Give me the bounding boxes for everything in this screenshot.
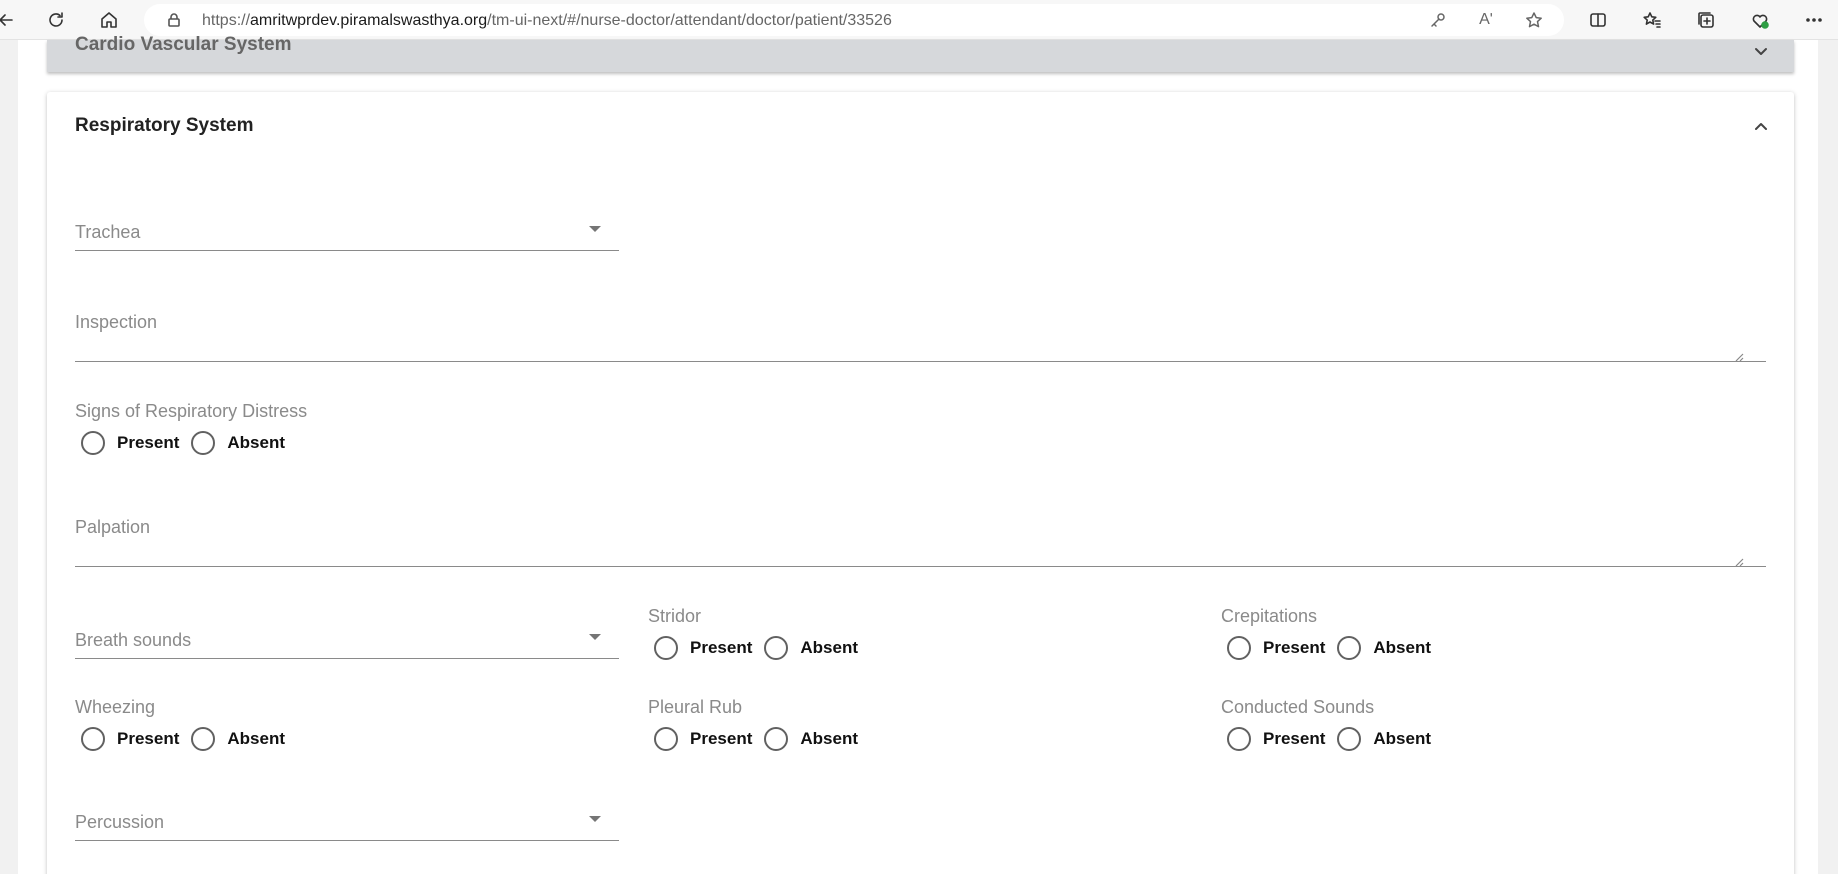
resize-handle-icon[interactable] — [1734, 349, 1744, 362]
wheezing-absent-radio[interactable] — [191, 727, 216, 751]
present-label[interactable]: Present — [690, 638, 752, 658]
stridor-label: Stridor — [648, 606, 702, 626]
favorites-icon[interactable] — [1638, 6, 1666, 34]
back-arrow-icon[interactable] — [0, 6, 20, 34]
pleural-rub-group: Pleural Rub Present Absent — [648, 697, 864, 751]
panel-title: Respiratory System — [75, 115, 254, 136]
palpation-label: Palpation — [75, 517, 151, 537]
pleural-rub-label: Pleural Rub — [648, 697, 743, 717]
absent-label[interactable]: Absent — [227, 729, 285, 749]
page-content: Cardio Vascular System Respiratory Syste… — [18, 34, 1818, 874]
home-icon[interactable] — [95, 6, 123, 34]
key-icon[interactable] — [1426, 9, 1450, 31]
respiratory-distress-label: Signs of Respiratory Distress — [75, 401, 308, 421]
dropdown-arrow-icon — [589, 226, 601, 232]
wheezing-label: Wheezing — [75, 697, 156, 717]
stridor-group: Stridor Present Absent — [648, 606, 864, 660]
present-label[interactable]: Present — [1263, 729, 1325, 749]
percussion-label: Percussion — [75, 812, 165, 832]
absent-label[interactable]: Absent — [227, 433, 285, 453]
present-label[interactable]: Present — [690, 729, 752, 749]
palpation-textarea[interactable]: Palpation — [75, 517, 1766, 567]
respiratory-distress-group: Signs of Respiratory Distress Present Ab… — [75, 401, 307, 455]
cardio-vascular-panel-header[interactable]: Cardio Vascular System — [47, 34, 1794, 72]
crepitations-present-radio[interactable] — [1227, 636, 1251, 660]
absent-label[interactable]: Absent — [1373, 638, 1431, 658]
chevron-up-icon[interactable] — [1752, 118, 1770, 141]
more-options-icon[interactable] — [1800, 6, 1828, 34]
cardio-vascular-title: Cardio Vascular System — [75, 34, 292, 55]
trachea-select[interactable]: Trachea — [75, 213, 619, 251]
crepitations-group: Crepitations Present Absent — [1221, 606, 1437, 660]
trachea-label: Trachea — [75, 222, 141, 242]
read-aloud-icon[interactable]: Aʹ — [1474, 9, 1498, 31]
respiratory-system-panel: Respiratory System Trachea Inspection Si… — [47, 92, 1794, 874]
pleural-rub-absent-radio[interactable] — [764, 727, 789, 751]
url-text[interactable]: https://amritwprdev.piramalswasthya.org/… — [202, 12, 892, 30]
address-bar[interactable]: https://amritwprdev.piramalswasthya.org/… — [144, 4, 1564, 36]
wheezing-present-radio[interactable] — [81, 727, 105, 751]
conducted-sounds-label: Conducted Sounds — [1221, 697, 1375, 717]
favorite-star-icon[interactable] — [1522, 9, 1546, 31]
conducted-sounds-absent-radio[interactable] — [1337, 727, 1362, 751]
breath-sounds-select[interactable]: Breath sounds — [75, 621, 619, 659]
pleural-rub-present-radio[interactable] — [654, 727, 678, 751]
inspection-label: Inspection — [75, 312, 158, 332]
respiratory-distress-present-radio[interactable] — [81, 431, 105, 455]
present-label[interactable]: Present — [117, 433, 179, 453]
breath-sounds-label: Breath sounds — [75, 630, 192, 650]
refresh-icon[interactable] — [42, 6, 70, 34]
inspection-textarea[interactable]: Inspection — [75, 312, 1766, 362]
absent-label[interactable]: Absent — [1373, 729, 1431, 749]
stridor-absent-radio[interactable] — [764, 636, 789, 660]
split-screen-icon[interactable] — [1584, 6, 1612, 34]
wheezing-group: Wheezing Present Absent — [75, 697, 291, 751]
dropdown-arrow-icon — [589, 634, 601, 640]
conducted-sounds-group: Conducted Sounds Present Absent — [1221, 697, 1437, 751]
percussion-select[interactable]: Percussion — [75, 803, 619, 841]
stridor-present-radio[interactable] — [654, 636, 678, 660]
dropdown-arrow-icon — [589, 816, 601, 822]
lock-icon[interactable] — [166, 12, 182, 33]
present-label[interactable]: Present — [117, 729, 179, 749]
conducted-sounds-present-radio[interactable] — [1227, 727, 1251, 751]
chevron-down-icon[interactable] — [1752, 42, 1770, 65]
crepitations-label: Crepitations — [1221, 606, 1318, 626]
present-label[interactable]: Present — [1263, 638, 1325, 658]
resize-handle-icon[interactable] — [1734, 554, 1744, 567]
browser-essentials-icon[interactable] — [1746, 6, 1774, 34]
absent-label[interactable]: Absent — [800, 638, 858, 658]
absent-label[interactable]: Absent — [800, 729, 858, 749]
respiratory-distress-absent-radio[interactable] — [191, 431, 216, 455]
crepitations-absent-radio[interactable] — [1337, 636, 1362, 660]
collections-icon[interactable] — [1692, 6, 1720, 34]
